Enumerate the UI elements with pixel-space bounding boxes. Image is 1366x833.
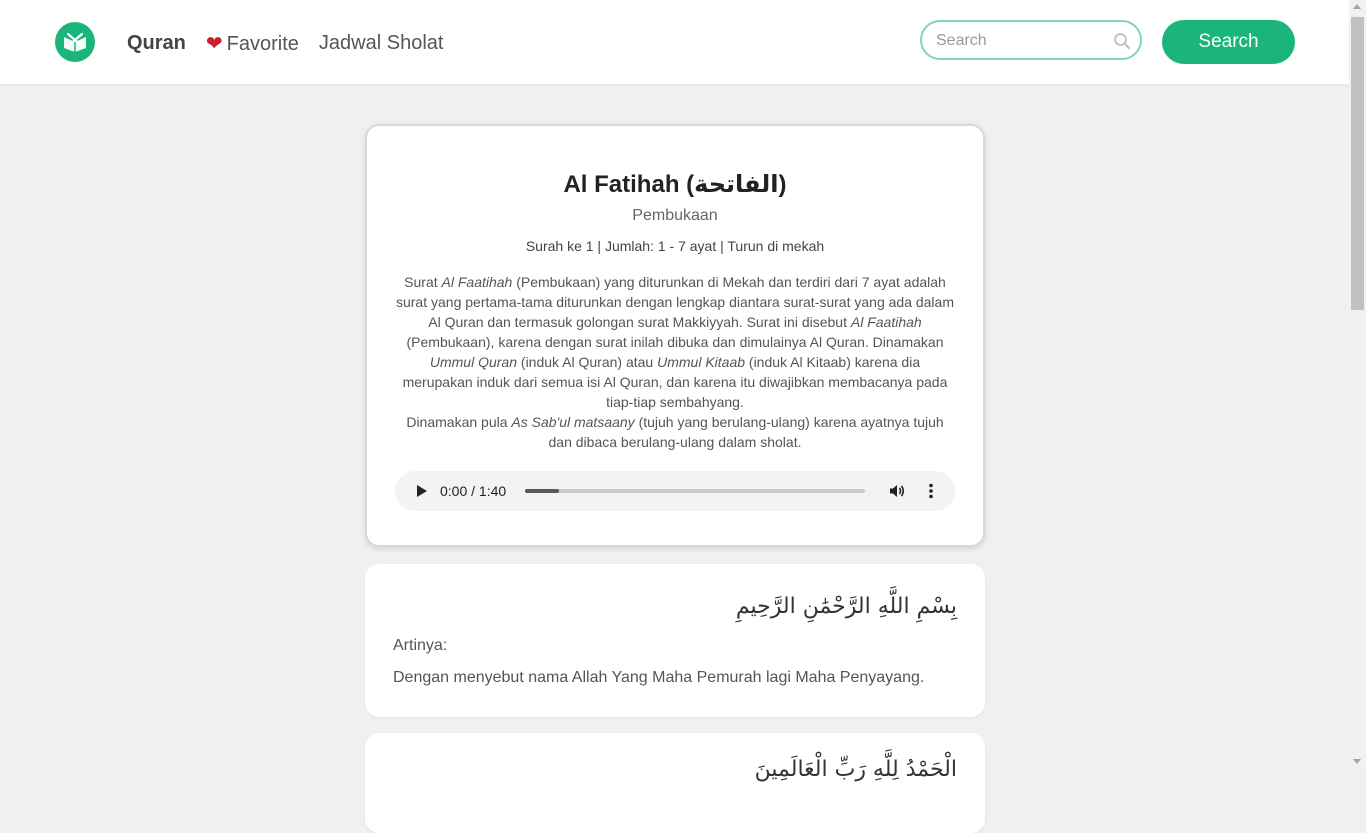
nav-links: Quran ❤ Favorite Jadwal Sholat xyxy=(127,30,463,56)
audio-seek-bar[interactable] xyxy=(525,489,865,493)
nav-link-favorite[interactable]: ❤ Favorite xyxy=(206,31,299,56)
ayah-arabic-text: بِسْمِ اللَّهِ الرَّحْمَٰنِ الرَّحِيمِ xyxy=(735,594,957,619)
search-icon xyxy=(1114,33,1131,50)
ayah-translation: Dengan menyebut nama Allah Yang Maha Pem… xyxy=(393,669,925,686)
ayah-card: بِسْمِ اللَّهِ الرَّحْمَٰنِ الرَّحِيمِ A… xyxy=(365,564,985,717)
surah-meta: Surah ke 1 | Jumlah: 1 - 7 ayat | Turun … xyxy=(525,238,825,254)
audio-player: 0:00 / 1:40 xyxy=(395,471,955,511)
scroll-down-arrow-icon[interactable] xyxy=(1353,759,1361,764)
search-input[interactable] xyxy=(934,30,1118,52)
top-navbar: Quran ❤ Favorite Jadwal Sholat Search xyxy=(0,0,1349,84)
surah-description-text: Dinamakan pula xyxy=(406,414,512,430)
surah-description: Surat Al Faatihah (Pembukaan) yang ditur… xyxy=(395,272,955,452)
audio-progress xyxy=(525,489,559,493)
ayah-arabic-text: الْحَمْدُ لِلَّهِ رَبِّ الْعَالَمِينَ xyxy=(754,757,957,782)
scroll-thumb[interactable] xyxy=(1351,17,1364,310)
surah-title: Al Fatihah (الفاتحة) xyxy=(563,171,787,198)
surah-description-emphasis: As Sab'ul matsaany xyxy=(511,414,635,430)
nav-link-quran[interactable]: Quran xyxy=(127,32,186,55)
surah-description-text: Surat xyxy=(404,274,442,290)
surah-description-text: (induk Al Quran) atau xyxy=(517,354,658,370)
quran-logo-icon[interactable] xyxy=(55,22,95,62)
nav-link-jadwal-sholat[interactable]: Jadwal Sholat xyxy=(319,32,444,55)
scroll-up-arrow-icon[interactable] xyxy=(1353,4,1361,9)
surah-description-text: (Pembukaan), karena dengan surat inilah … xyxy=(406,334,944,350)
search-button[interactable]: Search xyxy=(1162,20,1295,64)
surah-description-emphasis: Ummul Kitaab xyxy=(657,354,746,370)
ayah-card: الْحَمْدُ لِلَّهِ رَبِّ الْعَالَمِينَ xyxy=(365,733,985,833)
surah-description-emphasis: Ummul Quran xyxy=(429,354,518,370)
ayah-translation-label: Artinya: xyxy=(393,637,448,654)
surah-description-emphasis: Al Faatihah xyxy=(441,274,513,290)
surah-header-card: Al Fatihah (الفاتحة) Pembukaan Surah ke … xyxy=(365,124,985,547)
play-icon[interactable] xyxy=(417,485,427,497)
surah-meaning: Pembukaan xyxy=(632,207,718,224)
more-options-icon[interactable] xyxy=(922,482,940,500)
heart-icon: ❤ xyxy=(205,32,223,55)
audio-time: 0:00 / 1:40 xyxy=(440,483,507,499)
search-box xyxy=(920,20,1142,60)
nav-link-favorite-label: Favorite xyxy=(226,32,299,55)
page-scrollbar[interactable] xyxy=(1349,0,1366,768)
surah-description-emphasis: Al Faatihah xyxy=(850,314,922,330)
volume-icon[interactable] xyxy=(889,483,905,499)
